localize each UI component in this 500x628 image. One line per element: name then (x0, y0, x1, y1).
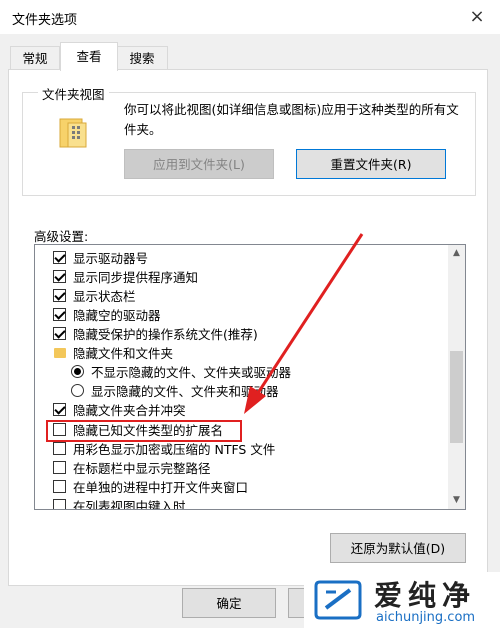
watermark-brand: 爱纯净 (374, 579, 477, 612)
watermark: 爱纯净 aichunjing.com (304, 572, 500, 628)
tab-view[interactable]: 查看 (60, 42, 118, 71)
checkbox[interactable] (53, 442, 66, 455)
watermark-logo-icon (314, 580, 362, 620)
reset-folders-button[interactable]: 重置文件夹(R) (296, 149, 446, 179)
checkbox[interactable] (53, 480, 66, 493)
checkbox[interactable] (53, 270, 66, 283)
advanced-settings-label: 高级设置: (34, 229, 89, 244)
title-bar: 文件夹选项 × (0, 0, 500, 34)
advanced-settings-list[interactable]: 显示驱动器号 显示同步提供程序通知 显示状态栏 隐藏空的驱动器 隐藏受保护的操作… (34, 244, 466, 510)
checkbox[interactable] (53, 499, 66, 509)
folder-views-description: 你可以将此视图(如详细信息或图标)应用于这种类型的所有文件夹。 (124, 102, 459, 137)
scrollbar[interactable]: ▲ ▼ (448, 245, 465, 509)
tab-general[interactable]: 常规 (10, 46, 60, 71)
restore-defaults-button[interactable]: 还原为默认值(D) (330, 533, 466, 563)
radio-button[interactable] (71, 384, 84, 397)
highlight-box (46, 420, 242, 442)
watermark-url: aichunjing.com (376, 610, 476, 625)
scrollbar-thumb[interactable] (450, 351, 463, 443)
window-title: 文件夹选项 (12, 13, 78, 28)
close-button[interactable]: × (462, 4, 492, 30)
apply-to-folders-button[interactable]: 应用到文件夹(L) (124, 149, 274, 179)
checkbox[interactable] (53, 403, 66, 416)
checkbox[interactable] (53, 251, 66, 264)
folder-view-icon (59, 118, 87, 148)
checkbox[interactable] (53, 308, 66, 321)
folder-icon (54, 348, 66, 358)
tab-search[interactable]: 搜索 (116, 46, 168, 71)
ok-button[interactable]: 确定 (182, 588, 276, 618)
scroll-down-icon[interactable]: ▼ (448, 492, 465, 509)
checkbox[interactable] (53, 289, 66, 302)
scroll-up-icon[interactable]: ▲ (448, 245, 465, 262)
radio-button[interactable] (71, 365, 84, 378)
folder-views-title: 文件夹视图 (38, 84, 109, 103)
checkbox[interactable] (53, 327, 66, 340)
checkbox[interactable] (53, 461, 66, 474)
